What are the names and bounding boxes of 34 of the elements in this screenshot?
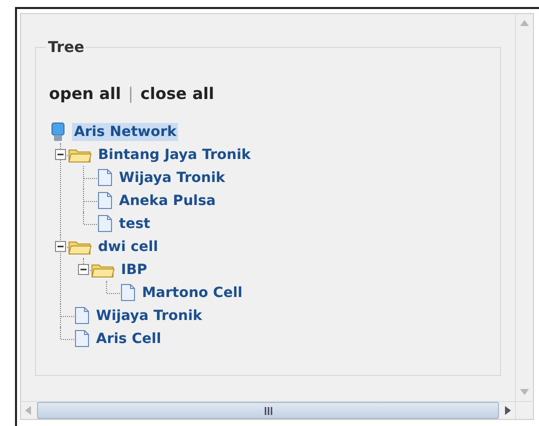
fieldset-legend: Tree <box>46 38 86 56</box>
link-separator: | <box>128 84 134 103</box>
scroll-left-icon[interactable] <box>25 406 31 415</box>
folder-icon <box>68 238 92 254</box>
tree-node-label[interactable]: Martono Cell <box>140 284 244 302</box>
collapse-toggle-icon[interactable] <box>54 149 66 160</box>
tree-node-label[interactable]: IBP <box>119 260 150 278</box>
open-all-link[interactable]: open all <box>49 84 122 103</box>
tree-node-label[interactable]: Bintang Jaya Tronik <box>96 146 253 164</box>
tree-node-label[interactable]: test <box>117 214 152 232</box>
document-icon <box>120 283 136 302</box>
tree-node-label[interactable]: dwi cell <box>96 238 160 256</box>
collapse-toggle-icon[interactable] <box>78 264 88 275</box>
vertical-scrollbar[interactable] <box>515 14 532 401</box>
scroll-right-icon[interactable] <box>505 406 511 415</box>
grip-icon <box>264 406 272 414</box>
folder-icon <box>68 146 92 162</box>
scroll-up-icon[interactable] <box>520 20 528 26</box>
collapse-toggle-icon[interactable] <box>54 241 66 252</box>
tree-node-label[interactable]: Aris Cell <box>94 330 164 348</box>
computer-icon <box>50 122 66 142</box>
scroll-down-icon[interactable] <box>520 389 528 395</box>
document-icon <box>74 329 90 348</box>
tree-node-label[interactable]: Wijaya Tronik <box>117 168 228 186</box>
tree-node-label[interactable]: Wijaya Tronik <box>94 306 204 324</box>
document-icon <box>97 191 113 210</box>
tree-node-label[interactable]: Aneka Pulsa <box>117 192 218 210</box>
document-icon <box>74 306 90 325</box>
close-all-link[interactable]: close all <box>140 84 214 103</box>
scrollbar-corner <box>515 401 532 419</box>
document-icon <box>97 214 113 233</box>
folder-icon <box>91 262 115 278</box>
tree-node-label[interactable]: Aris Network <box>72 122 178 140</box>
document-icon <box>97 168 113 187</box>
